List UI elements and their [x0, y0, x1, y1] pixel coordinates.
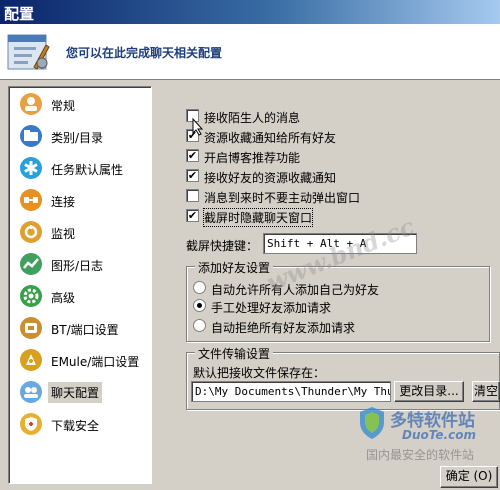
graph-icon: [20, 253, 42, 275]
option-label: 接收陌生人的消息: [204, 111, 301, 125]
duote-logo-watermark: 多特软件站 DuoTe.com 国内最安全的软件站: [358, 404, 498, 462]
sidebar-item-monitor[interactable]: 监视: [9, 217, 151, 247]
sidebar-item-label: 高级: [51, 291, 76, 305]
logo-caption: 国内最安全的软件站: [366, 448, 475, 462]
sidebar-item-label: 类别/目录: [51, 131, 104, 145]
bt-icon: [20, 317, 42, 339]
sidebar-item-label: BT/端口设置: [51, 323, 119, 337]
checkbox-checked[interactable]: ✔: [186, 169, 199, 182]
clear-button[interactable]: 清空: [472, 381, 500, 402]
sidebar-item-label: 下载安全: [51, 419, 100, 433]
sidebar-item-emule-port[interactable]: EMule/端口设置: [9, 345, 151, 375]
logo-url: DuoTe.com: [402, 428, 476, 442]
option-label: 接收好友的资源收藏通知: [204, 171, 337, 185]
folder-icon: [20, 125, 42, 147]
duote-logo-icon: [360, 407, 384, 439]
option-label: 资源收藏通知给所有好友: [204, 131, 337, 145]
save-path-label: 默认把接收文件保存在：: [193, 366, 326, 380]
radio-button-selected[interactable]: [193, 299, 206, 312]
connection-icon: [20, 189, 42, 211]
settings-tools-icon: [7, 34, 50, 70]
ok-button[interactable]: 确定 (O): [440, 466, 498, 488]
shield-icon: [20, 413, 42, 435]
sidebar-item-download-security[interactable]: 下载安全: [9, 409, 151, 439]
sidebar-item-bt-port[interactable]: BT/端口设置: [9, 313, 151, 343]
sidebar-item-label: 图形/日志: [51, 259, 104, 273]
mouse-cursor-icon: [192, 118, 204, 136]
option-label: 手工处理好友添加请求: [211, 301, 332, 315]
sidebar-item-chat-config[interactable]: 聊天配置: [9, 377, 151, 407]
gear-icon: [20, 285, 42, 307]
sidebar-item-label: 监视: [51, 227, 76, 241]
change-directory-button[interactable]: 更改目录...: [394, 381, 464, 402]
header-banner: 您可以在此完成聊天相关配置: [0, 24, 500, 80]
asterisk-icon: [20, 157, 42, 179]
checkbox-checked[interactable]: ✔: [186, 209, 199, 222]
sidebar-item-category[interactable]: 类别/目录: [9, 121, 151, 151]
checkbox[interactable]: [186, 189, 199, 202]
group-title: 添加好友设置: [195, 259, 274, 276]
sidebar-item-advanced[interactable]: 高级: [9, 281, 151, 311]
sidebar-item-task-defaults[interactable]: 任务默认属性: [9, 153, 151, 183]
window-title: 配置: [4, 5, 35, 23]
chat-users-icon: [20, 381, 42, 403]
save-path-input[interactable]: D:\My Documents\Thunder\My Thunde: [191, 381, 391, 402]
option-label: 消息到来时不要主动弹出窗口: [204, 191, 361, 205]
sidebar-item-label: 任务默认属性: [51, 163, 124, 177]
sidebar-item-general[interactable]: 常规: [9, 89, 151, 119]
general-icon: [20, 93, 42, 115]
banner-description: 您可以在此完成聊天相关配置: [66, 46, 223, 60]
emule-icon: [20, 349, 42, 371]
settings-nav-list: 常规 类别/目录 任务默认属性 连接 监视 图形/日志 高级 BT/端口设置 E…: [8, 86, 152, 484]
sidebar-item-graph-log[interactable]: 图形/日志: [9, 249, 151, 279]
monitor-icon: [20, 221, 42, 243]
radio-button[interactable]: [193, 319, 206, 332]
option-label: 开启博客推荐功能: [204, 151, 301, 165]
radio-button[interactable]: [193, 281, 206, 294]
title-bar: 配置: [0, 0, 500, 24]
option-label: 截屏时隐藏聊天窗口: [202, 208, 314, 227]
hotkey-label: 截屏快捷键：: [186, 239, 259, 253]
sidebar-item-label: 常规: [51, 99, 76, 113]
group-title: 文件传输设置: [195, 345, 274, 362]
sidebar-item-label: EMule/端口设置: [51, 355, 140, 369]
checkbox-checked[interactable]: ✔: [186, 149, 199, 162]
sidebar-item-connection[interactable]: 连接: [9, 185, 151, 215]
sidebar-item-label: 聊天配置: [48, 382, 103, 403]
sidebar-item-label: 连接: [51, 195, 76, 209]
option-label: 自动拒绝所有好友添加请求: [211, 321, 356, 335]
